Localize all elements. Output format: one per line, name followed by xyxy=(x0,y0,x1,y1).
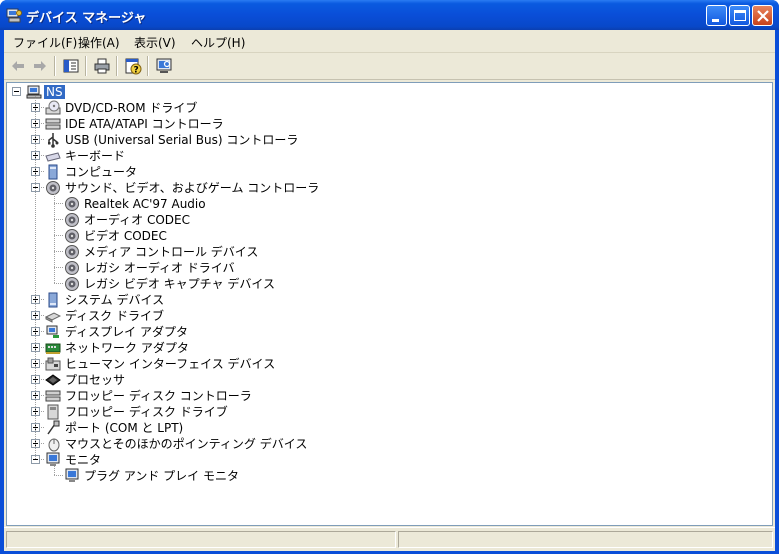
tree-category[interactable]: モニタ xyxy=(65,453,101,467)
forward-arrow-icon[interactable] xyxy=(30,56,50,76)
tree-connector-horizontal xyxy=(54,251,63,252)
show-hide-tree-icon[interactable] xyxy=(61,56,81,76)
speaker-icon xyxy=(65,277,79,291)
close-icon xyxy=(757,10,769,22)
ide-controller-icon xyxy=(45,118,61,130)
speaker-icon xyxy=(65,229,79,243)
toolbar-separator xyxy=(54,56,56,76)
status-bar xyxy=(4,527,775,551)
tree-category[interactable]: USB (Universal Serial Bus) コントローラ xyxy=(65,133,298,147)
tree-category[interactable]: ディスク ドライブ xyxy=(65,309,164,323)
collapse-toggle[interactable] xyxy=(12,87,21,96)
toolbar: ? xyxy=(4,53,775,80)
status-cell xyxy=(6,531,396,548)
tree-connector-horizontal xyxy=(54,203,63,204)
svg-text:?: ? xyxy=(134,66,139,76)
port-icon xyxy=(47,420,60,435)
minimize-icon xyxy=(712,19,719,22)
device-manager-icon xyxy=(6,8,22,23)
tree-category[interactable]: コンピュータ xyxy=(65,165,137,179)
processor-icon xyxy=(45,374,61,386)
hid-icon xyxy=(45,357,61,371)
minimize-button[interactable] xyxy=(706,5,727,26)
tree-connector-vertical xyxy=(54,466,55,475)
tree-category[interactable]: サウンド、ビデオ、およびゲーム コントローラ xyxy=(65,181,319,195)
speaker-icon xyxy=(65,261,79,275)
tree-connector-horizontal xyxy=(54,267,63,268)
device-manager-window: デバイス マネージャ ファイル(F) 操作(A) 表示(V) ヘルプ(H) ? … xyxy=(0,0,779,554)
tree-category[interactable]: ポート (COM と LPT) xyxy=(65,421,183,435)
scan-hardware-icon[interactable] xyxy=(154,56,174,76)
tree-connector-horizontal xyxy=(54,235,63,236)
system-device-icon xyxy=(48,292,58,308)
title-bar[interactable]: デバイス マネージャ xyxy=(0,0,779,30)
tree-category[interactable]: ヒューマン インターフェイス デバイス xyxy=(65,357,275,371)
tree-category[interactable]: システム デバイス xyxy=(65,293,164,307)
tree-category[interactable]: DVD/CD-ROM ドライブ xyxy=(65,101,197,115)
tree-connector-vertical xyxy=(35,96,36,459)
tree-device[interactable]: Realtek AC'97 Audio xyxy=(84,197,206,211)
monitor-icon xyxy=(65,468,79,482)
tree-connector-horizontal xyxy=(54,475,63,476)
usb-icon xyxy=(48,133,59,148)
tree-connector-horizontal xyxy=(54,283,63,284)
tree-device[interactable]: メディア コントロール デバイス xyxy=(84,245,258,259)
menu-view[interactable]: 表示(V) xyxy=(134,34,176,51)
status-cell xyxy=(398,531,773,548)
toolbar-separator xyxy=(147,56,149,76)
menu-help[interactable]: ヘルプ(H) xyxy=(191,34,245,51)
tree-category[interactable]: フロッピー ディスク ドライブ xyxy=(65,405,228,419)
back-arrow-icon[interactable] xyxy=(8,56,28,76)
tree-device[interactable]: レガシ ビデオ キャプチャ デバイス xyxy=(84,277,275,291)
properties-help-icon[interactable]: ? xyxy=(123,56,143,76)
tree-category[interactable]: マウスとそのほかのポインティング デバイス xyxy=(65,437,307,451)
toolbar-separator xyxy=(85,56,87,76)
tree-root-computer[interactable]: NS xyxy=(44,85,65,99)
network-adapter-icon xyxy=(45,343,61,354)
tree-device[interactable]: レガシ オーディオ ドライバ xyxy=(84,261,235,275)
tree-connector-horizontal xyxy=(54,219,63,220)
speaker-icon xyxy=(65,245,79,259)
root-computer-icon xyxy=(26,85,42,99)
tree-connector-vertical xyxy=(54,194,55,283)
maximize-icon xyxy=(734,10,746,21)
tree-category[interactable]: ネットワーク アダプタ xyxy=(65,341,189,355)
close-button[interactable] xyxy=(752,5,773,26)
tree-device[interactable]: ビデオ CODEC xyxy=(84,229,167,243)
toolbar-separator xyxy=(116,56,118,76)
menu-action[interactable]: 操作(A) xyxy=(78,34,120,51)
monitor-icon xyxy=(46,452,60,466)
device-tree[interactable]: NS DVD/CD-ROM ドライブ IDE ATA/ATAPI コントローラ USB… xyxy=(6,82,773,526)
tree-category[interactable]: フロッピー ディスク コントローラ xyxy=(65,389,252,403)
print-icon[interactable] xyxy=(92,56,112,76)
floppy-controller-icon xyxy=(45,390,61,402)
tree-device[interactable]: オーディオ CODEC xyxy=(84,213,190,227)
computer-icon xyxy=(48,164,58,180)
tree-category[interactable]: ディスプレイ アダプタ xyxy=(65,325,188,339)
menu-file[interactable]: ファイル(F) xyxy=(13,34,77,51)
floppy-drive-icon xyxy=(47,404,59,420)
speaker-icon xyxy=(46,181,60,195)
window-title: デバイス マネージャ xyxy=(26,11,147,26)
client-area: ファイル(F) 操作(A) 表示(V) ヘルプ(H) ? NS DVD/CD-R… xyxy=(4,30,775,551)
speaker-icon xyxy=(65,213,79,227)
disk-drive-icon xyxy=(45,312,61,323)
tree-category[interactable]: キーボード xyxy=(65,149,125,163)
display-adapter-icon xyxy=(46,325,59,338)
speaker-icon xyxy=(65,197,79,211)
cdrom-icon xyxy=(45,100,61,115)
keyboard-icon xyxy=(45,152,61,162)
tree-device[interactable]: プラグ アンド プレイ モニタ xyxy=(84,469,239,483)
mouse-icon xyxy=(48,438,60,452)
maximize-button[interactable] xyxy=(729,5,750,26)
tree-category[interactable]: IDE ATA/ATAPI コントローラ xyxy=(65,117,224,131)
tree-category[interactable]: プロセッサ xyxy=(65,373,125,387)
menu-bar: ファイル(F) 操作(A) 表示(V) ヘルプ(H) xyxy=(4,30,775,53)
